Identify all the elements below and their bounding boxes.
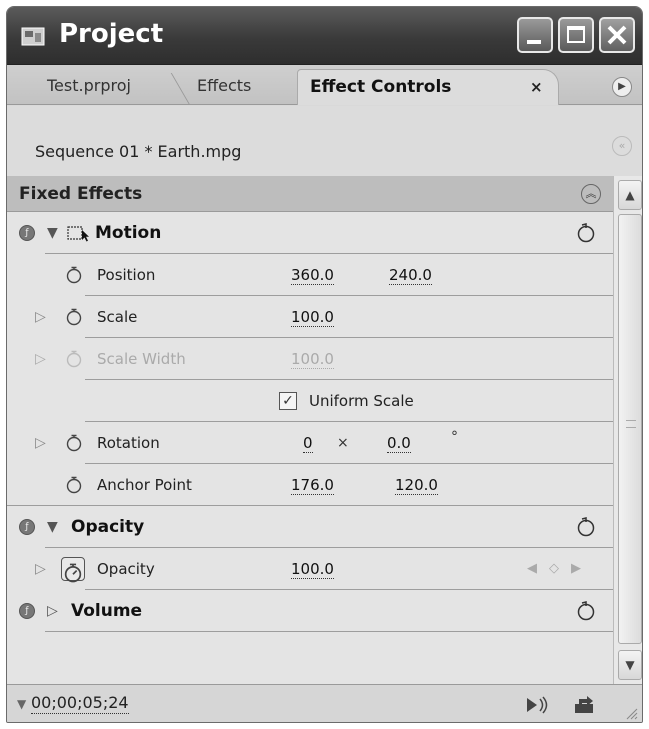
scale-width-row: ▷ Scale Width 100.0 <box>7 338 613 380</box>
play-audio-icon[interactable] <box>525 695 549 715</box>
fixed-effects-label: Fixed Effects <box>19 184 143 204</box>
close-icon <box>607 25 627 45</box>
title-bar[interactable]: Project <box>7 7 642 65</box>
export-icon[interactable] <box>573 695 595 715</box>
reset-icon[interactable] <box>575 222 597 244</box>
opacity-label: Opacity <box>97 560 155 578</box>
expand-rotation-icon[interactable]: ▷ <box>35 422 46 464</box>
tab-effect-controls[interactable]: Effect Controls × <box>297 69 559 105</box>
resize-grip-icon[interactable] <box>626 708 638 720</box>
rotation-degree-sign: ° <box>451 429 458 445</box>
close-button[interactable] <box>599 17 635 53</box>
time-marker-icon: ▼ <box>17 697 27 711</box>
tab-bar: Test.prproj Effects Effect Controls × ▶ <box>7 65 642 105</box>
minimize-button[interactable] <box>517 17 553 53</box>
minimize-icon <box>527 40 541 44</box>
timecode-value[interactable]: 00;00;05;24 <box>31 693 129 714</box>
stopwatch-icon[interactable] <box>65 266 83 284</box>
sequence-clip-label: Sequence 01 * Earth.mpg <box>35 142 242 161</box>
position-label: Position <box>97 266 156 284</box>
effect-controls-list: Fixed Effects ︽ ƒ ▼ Motion Position 360.… <box>7 176 613 684</box>
vertical-scrollbar[interactable]: ▲ ▼ <box>613 176 642 684</box>
scale-width-label: Scale Width <box>97 350 186 368</box>
scale-label: Scale <box>97 308 138 326</box>
tab-project[interactable]: Test.prproj <box>35 69 143 105</box>
stopwatch-icon <box>64 563 82 583</box>
rotation-times-sign: × <box>337 435 349 451</box>
reset-icon[interactable] <box>575 516 597 538</box>
rotation-degrees-value[interactable]: 0.0 <box>387 434 411 453</box>
uniform-scale-row: ✓ Uniform Scale <box>7 380 613 422</box>
volume-title: Volume <box>71 601 143 621</box>
expand-scale-icon[interactable]: ▷ <box>35 296 46 338</box>
window-title: Project <box>59 19 164 49</box>
anchor-point-y-value[interactable]: 120.0 <box>395 476 438 495</box>
keyframe-nav-icons[interactable]: ◀◇▶ <box>527 548 593 590</box>
volume-effect-row[interactable]: ƒ ▷ Volume <box>7 590 613 632</box>
stopwatch-icon[interactable] <box>65 434 83 452</box>
motion-effect-row[interactable]: ƒ ▼ Motion <box>7 212 613 254</box>
rotation-row: ▷ Rotation 0 × 0.0 ° <box>7 422 613 464</box>
rotation-turns-value[interactable]: 0 <box>303 434 313 453</box>
position-x-value[interactable]: 360.0 <box>291 266 334 285</box>
stopwatch-icon[interactable] <box>65 308 83 326</box>
collapse-all-icon[interactable]: ︽ <box>581 184 601 204</box>
expand-opacity-icon[interactable]: ▼ <box>47 506 58 548</box>
stopwatch-icon <box>66 350 82 368</box>
sequence-header: Sequence 01 * Earth.mpg « <box>7 106 642 176</box>
rotation-label: Rotation <box>97 434 160 452</box>
opacity-value[interactable]: 100.0 <box>291 560 334 579</box>
scroll-down-icon[interactable]: ▼ <box>618 650 642 680</box>
motion-title: Motion <box>95 223 162 243</box>
expand-scale-width-icon: ▷ <box>35 351 46 367</box>
scale-value[interactable]: 100.0 <box>291 308 334 327</box>
anchor-point-label: Anchor Point <box>97 476 192 494</box>
uniform-scale-label[interactable]: Uniform Scale <box>309 380 414 422</box>
tab-divider <box>147 73 191 105</box>
reset-icon[interactable] <box>575 600 597 622</box>
maximize-icon <box>567 26 585 43</box>
maximize-button[interactable] <box>558 17 594 53</box>
motion-icon <box>67 226 89 242</box>
uniform-scale-checkbox[interactable]: ✓ <box>279 392 297 410</box>
expand-volume-icon[interactable]: ▷ <box>47 590 58 632</box>
project-window: Project Test.prproj Effects Effect Contr… <box>6 6 643 723</box>
app-icon <box>21 27 45 46</box>
position-row: Position 360.0 240.0 <box>7 254 613 296</box>
fx-toggle-icon[interactable]: ƒ <box>19 225 35 241</box>
fixed-effects-header: Fixed Effects ︽ <box>7 176 613 212</box>
fx-toggle-icon[interactable]: ƒ <box>19 519 35 535</box>
stopwatch-toggle-button[interactable] <box>61 557 85 583</box>
fx-toggle-icon[interactable]: ƒ <box>19 603 35 619</box>
opacity-property-row: ▷ Opacity 100.0 ◀◇▶ <box>7 548 613 590</box>
grip-icon <box>626 420 636 428</box>
expand-motion-icon[interactable]: ▼ <box>47 212 58 254</box>
scale-width-value: 100.0 <box>291 350 334 369</box>
tab-close-icon[interactable]: × <box>530 70 543 104</box>
anchor-point-row: Anchor Point 176.0 120.0 <box>7 464 613 506</box>
opacity-title: Opacity <box>71 517 145 537</box>
anchor-point-x-value[interactable]: 176.0 <box>291 476 334 495</box>
row-divider <box>45 631 613 632</box>
tab-effect-controls-label: Effect Controls <box>310 77 452 97</box>
opacity-effect-row[interactable]: ƒ ▼ Opacity <box>7 506 613 548</box>
scale-row: ▷ Scale 100.0 <box>7 296 613 338</box>
scroll-thumb[interactable] <box>618 214 642 644</box>
collapse-icon[interactable]: « <box>612 136 632 156</box>
position-y-value[interactable]: 240.0 <box>389 266 432 285</box>
tab-effects[interactable]: Effects <box>185 69 263 105</box>
status-bar: ▼ 00;00;05;24 <box>7 684 642 722</box>
scroll-up-icon[interactable]: ▲ <box>618 180 642 210</box>
stopwatch-icon[interactable] <box>65 476 83 494</box>
expand-opacity-property-icon[interactable]: ▷ <box>35 548 46 590</box>
panel-menu-icon[interactable]: ▶ <box>612 77 632 97</box>
